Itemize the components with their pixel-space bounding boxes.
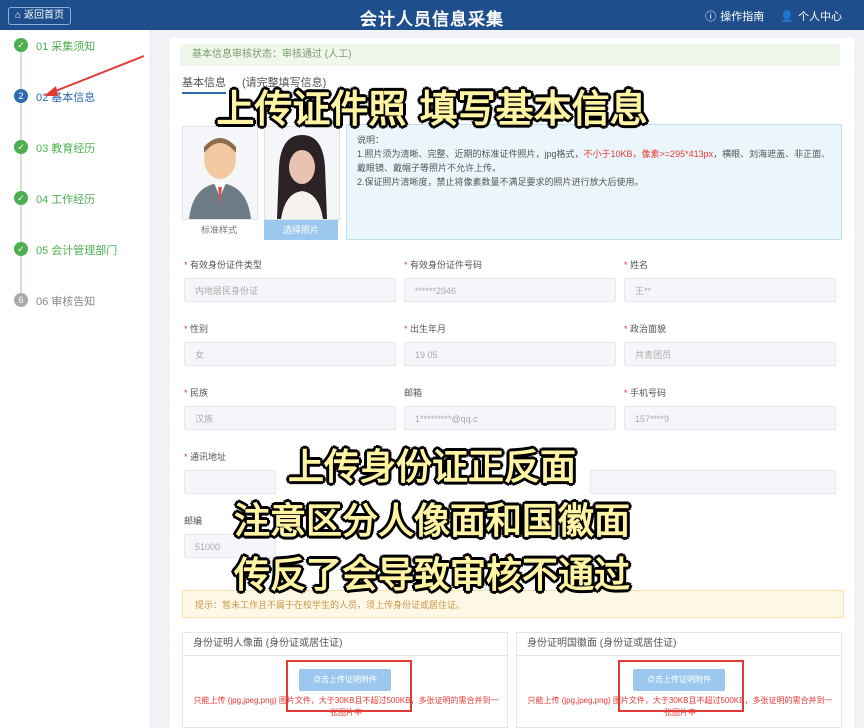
- user-avatar-icon: [265, 127, 339, 219]
- phone-label: 手机号码: [624, 386, 666, 399]
- step-label: 03 教育经历: [36, 143, 96, 155]
- birth-date-picker[interactable]: 19 05: [404, 342, 616, 366]
- main-panel: 基本信息审核状态：审核通过 (人工) 基本信息 (请完整填写信息) 标准样式 选…: [170, 38, 854, 728]
- user-label: 个人中心: [798, 11, 842, 23]
- overlay-caption-2: 上传身份证正反面: [287, 447, 576, 488]
- step-item-pending[interactable]: 6 06 审核告知: [14, 293, 117, 344]
- gender-label: 性别: [184, 322, 208, 335]
- ethnic-select[interactable]: 汉族: [184, 406, 396, 430]
- step-label: 04 工作经历: [36, 194, 96, 206]
- political-select[interactable]: 共青团员: [624, 342, 836, 366]
- highlight-back-upload: [618, 660, 744, 712]
- name-label: 姓名: [624, 258, 648, 271]
- id-back-title: 身份证明国徽面 (身份证或居住证): [517, 633, 841, 656]
- step-item[interactable]: ✓ 05 会计管理部门: [14, 242, 117, 293]
- photo-requirements: 说明： 1.照片须为清晰、完整、近期的标准证件照片，jpg格式，不小于10KB，…: [346, 124, 842, 240]
- highlight-front-upload: [286, 660, 412, 712]
- id-number-label: 有效身份证件号码: [404, 258, 482, 271]
- email-field[interactable]: 1*********@qq.c: [404, 406, 616, 430]
- phone-field[interactable]: 157****9: [624, 406, 836, 430]
- ethnic-label: 民族: [184, 386, 208, 399]
- step-item[interactable]: ✓ 04 工作经历: [14, 191, 117, 242]
- notice-title: 说明：: [357, 135, 385, 145]
- gender-select[interactable]: 女: [184, 342, 396, 366]
- name-field[interactable]: 王**: [624, 278, 836, 302]
- id-front-title: 身份证明人像面 (身份证或居住证): [183, 633, 507, 656]
- political-label: 政治面貌: [624, 322, 666, 335]
- email-label: 邮箱: [404, 388, 423, 398]
- id-number-field[interactable]: ******2946: [404, 278, 616, 302]
- notice-highlight: 不小于10KB，像素>=295*413px: [583, 149, 714, 159]
- top-bar: ⌂ 返回首页 会计人员信息采集 ⓘ 操作指南 👤 个人中心: [0, 0, 864, 30]
- user-center-link[interactable]: 👤 个人中心: [780, 8, 842, 24]
- notice-line1: 1.照片须为清晰、完整、近期的标准证件照片，jpg格式，不小于10KB，像素>=…: [357, 147, 831, 175]
- check-icon: ✓: [14, 38, 28, 52]
- sidebar: ✓ 01 采集须知 2 02 基本信息 ✓ 03 教育经历 ✓ 04 工作经历 ✓ 05 …: [0, 30, 151, 728]
- check-icon: ✓: [14, 140, 28, 154]
- sample-avatar-icon: [183, 127, 257, 219]
- notice-text: 1.照片须为清晰、完整、近期的标准证件照片，jpg格式，: [357, 149, 584, 159]
- info-icon: ⓘ: [705, 11, 717, 23]
- step-label: 05 会计管理部门: [36, 245, 118, 257]
- guide-link[interactable]: ⓘ 操作指南: [705, 8, 764, 24]
- sample-caption: 标准样式: [200, 225, 237, 235]
- overlay-caption-3: 注意区分人像面和国徽面: [233, 501, 630, 542]
- overlay-caption-4: 传反了会导致审核不通过: [233, 555, 630, 596]
- step-label: 06 审核告知: [36, 296, 96, 308]
- guide-label: 操作指南: [720, 11, 765, 23]
- notice-line2: 2.保证照片清晰度，禁止将像素数量不满足要求的照片进行放大后使用。: [357, 177, 644, 187]
- check-icon: ✓: [14, 191, 28, 205]
- overlay-caption-1: 上传证件照 填写基本信息: [216, 87, 648, 131]
- step-number: 6: [14, 293, 28, 307]
- id-type-label: 有效身份证件类型: [184, 258, 262, 271]
- sample-photo: [182, 126, 258, 220]
- user-icon: 👤: [780, 10, 794, 23]
- birth-label: 出生年月: [404, 322, 446, 335]
- step-item[interactable]: ✓ 03 教育经历: [14, 140, 117, 191]
- choose-photo-button[interactable]: 选择照片: [264, 220, 338, 240]
- user-photo: [264, 126, 340, 220]
- id-type-select[interactable]: 内地居民身份证: [184, 278, 396, 302]
- check-icon: ✓: [14, 242, 28, 256]
- review-status: 基本信息审核状态：审核通过 (人工): [180, 44, 840, 66]
